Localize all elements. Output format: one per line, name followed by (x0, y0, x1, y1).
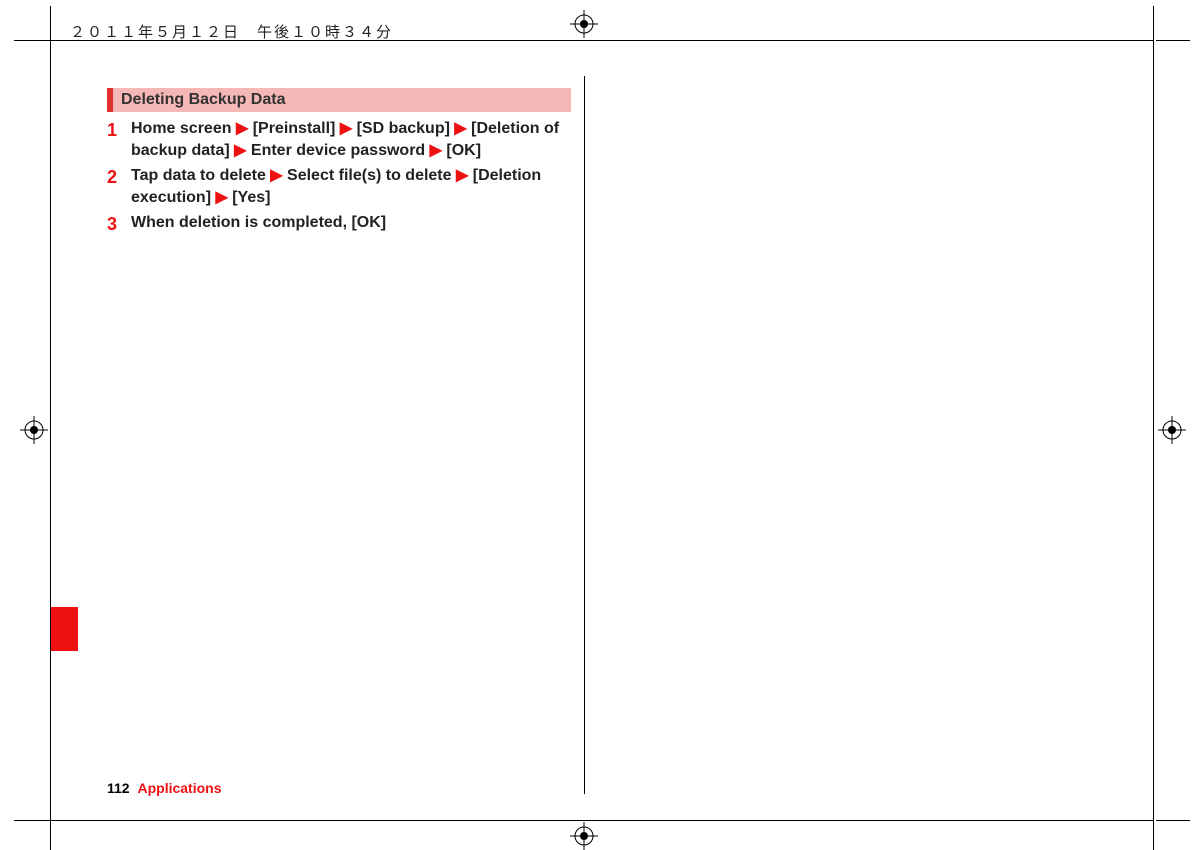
registration-mark-icon (570, 822, 598, 850)
step-text: [Preinstall] (248, 120, 340, 137)
crop-rule-right (1153, 14, 1154, 844)
crop-tick (1156, 820, 1190, 821)
crop-tick (1156, 40, 1190, 41)
crop-tick (50, 6, 51, 14)
registration-mark-icon (570, 10, 598, 38)
step-text: Home screen (131, 120, 236, 137)
arrow-icon: ▶ (456, 167, 468, 184)
step: 3When deletion is completed, [OK] (107, 212, 571, 236)
step: 1Home screen ▶ [Preinstall] ▶ [SD backup… (107, 118, 571, 161)
page: ２０１１年５月１２日 午後１０時３４分 Deleting Backup Data… (0, 0, 1193, 850)
step-text: [SD backup] (352, 120, 454, 137)
content-column: Deleting Backup Data 1Home screen ▶ [Pre… (107, 88, 571, 241)
page-number: 112 (107, 780, 130, 796)
section-title: Deleting Backup Data (107, 88, 571, 112)
arrow-icon: ▶ (454, 120, 466, 137)
step-body: When deletion is completed, [OK] (131, 212, 386, 236)
crop-tick (14, 40, 24, 41)
steps-list: 1Home screen ▶ [Preinstall] ▶ [SD backup… (107, 118, 571, 237)
step-text: When deletion is completed, [OK] (131, 214, 386, 231)
column-divider (584, 76, 585, 794)
crop-tick (50, 844, 51, 850)
arrow-icon: ▶ (340, 120, 352, 137)
step-text: [Yes] (228, 189, 271, 206)
crop-tick (1153, 844, 1154, 850)
step-body: Tap data to delete ▶ Select file(s) to d… (131, 165, 571, 208)
crop-rule-bottom (24, 820, 1154, 821)
header-datetime: ２０１１年５月１２日 午後１０時３４分 (70, 21, 393, 42)
registration-mark-icon (1158, 416, 1186, 444)
step-text: Select file(s) to delete (283, 167, 456, 184)
step-number: 2 (107, 165, 131, 208)
arrow-icon: ▶ (236, 120, 248, 137)
step-number: 3 (107, 212, 131, 236)
arrow-icon: ▶ (234, 142, 246, 159)
thumb-tab (51, 607, 78, 651)
step-text: Enter device password (246, 142, 429, 159)
step-text: Tap data to delete (131, 167, 270, 184)
arrow-icon: ▶ (215, 189, 227, 206)
arrow-icon: ▶ (430, 142, 442, 159)
registration-mark-icon (20, 416, 48, 444)
step: 2Tap data to delete ▶ Select file(s) to … (107, 165, 571, 208)
arrow-icon: ▶ (270, 167, 282, 184)
crop-rule-left (50, 14, 51, 844)
step-text: [OK] (442, 142, 481, 159)
crop-tick (14, 820, 24, 821)
page-footer: 112 Applications (107, 780, 222, 796)
step-body: Home screen ▶ [Preinstall] ▶ [SD backup]… (131, 118, 571, 161)
footer-section-name: Applications (137, 780, 221, 796)
crop-tick (1153, 6, 1154, 14)
step-number: 1 (107, 118, 131, 161)
